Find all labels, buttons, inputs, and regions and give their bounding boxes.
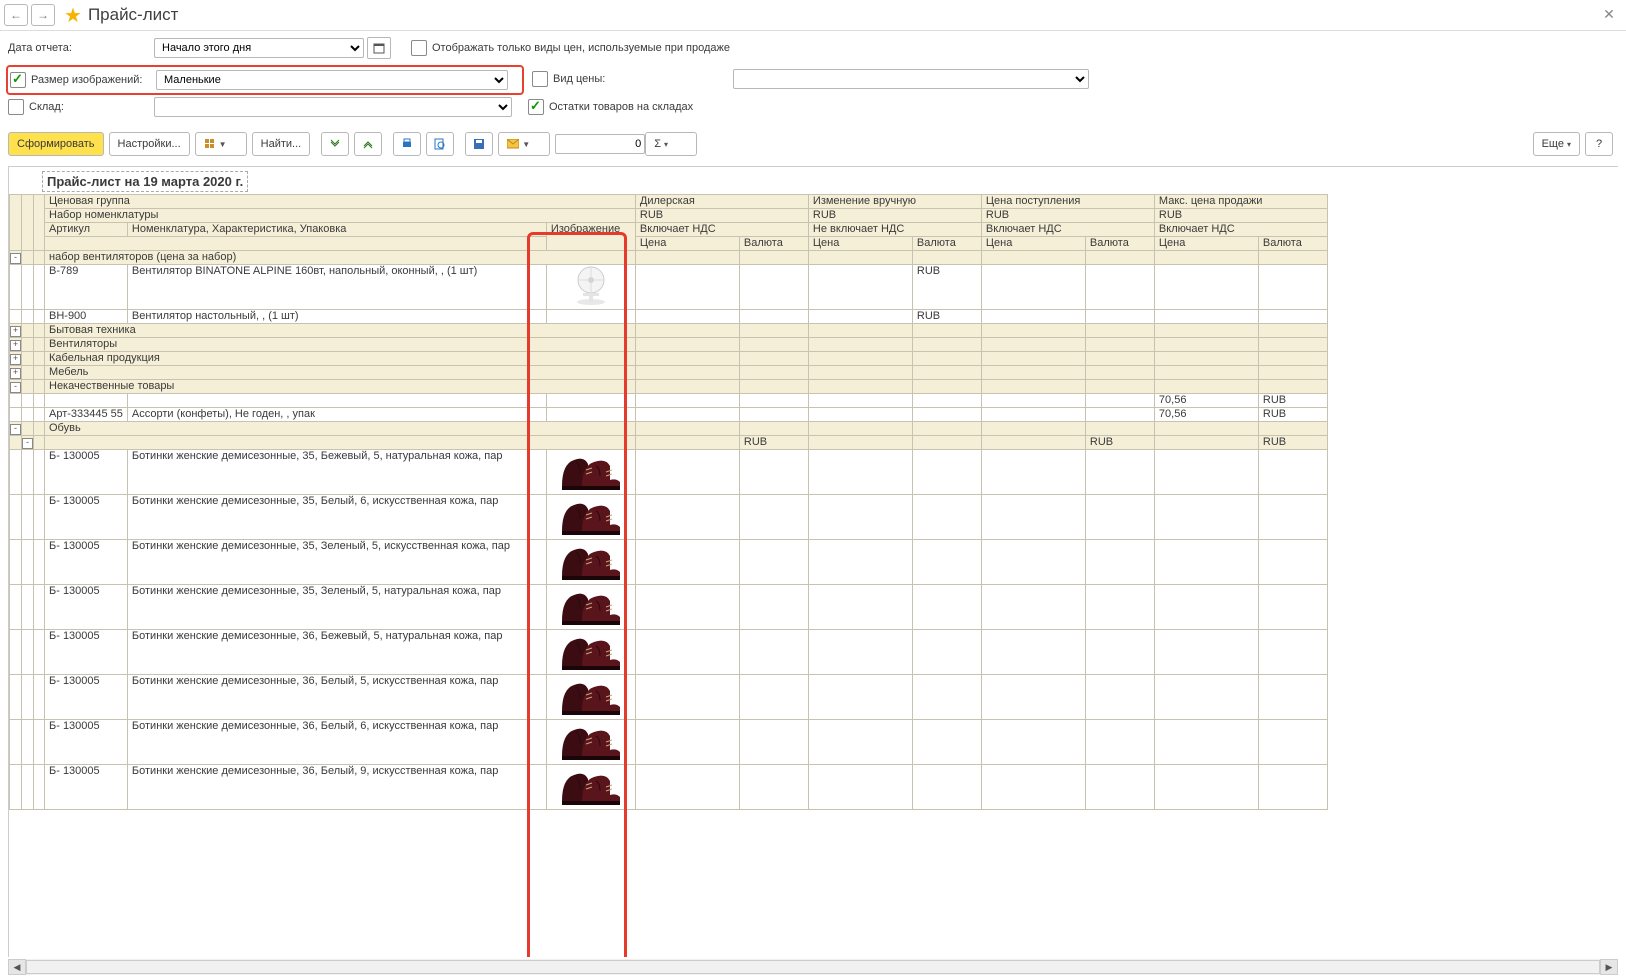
shoe-thumbnail-icon xyxy=(555,765,627,807)
hdr-changed-manual: Изменение вручную xyxy=(808,195,981,209)
fan-thumbnail-icon xyxy=(555,265,627,307)
hdr-artikul: Артикул xyxy=(45,223,128,237)
tree-toggle-icon[interactable]: - xyxy=(10,424,21,435)
hdr-image: Изображение xyxy=(546,223,635,251)
page-title: Прайс-лист xyxy=(88,5,179,25)
horizontal-scrollbar[interactable]: ◀▶ xyxy=(8,959,1618,975)
image-size-label: Размер изображений: xyxy=(31,74,142,86)
vid-ceny-combo[interactable] xyxy=(733,69,1089,89)
find-button[interactable]: Найти... xyxy=(252,132,311,156)
table-row[interactable]: Б- 130005Ботинки женские демисезонные, 3… xyxy=(10,585,1328,630)
table-row[interactable]: -Обувь xyxy=(10,422,1328,436)
table-row[interactable]: Б- 130005Ботинки женские демисезонные, 3… xyxy=(10,675,1328,720)
table-row[interactable]: +Кабельная продукция xyxy=(10,352,1328,366)
vid-ceny-checkbox[interactable] xyxy=(532,71,548,87)
email-button[interactable]: ▼ xyxy=(498,132,550,156)
table-row[interactable]: +Бытовая техника xyxy=(10,324,1328,338)
table-row[interactable]: Б- 130005Ботинки женские демисезонные, 3… xyxy=(10,765,1328,810)
more-button[interactable]: Еще▾ xyxy=(1533,132,1580,156)
hdr-price-group: Ценовая группа xyxy=(45,195,636,209)
print-button[interactable] xyxy=(393,132,421,156)
tree-toggle-icon[interactable]: - xyxy=(10,382,21,393)
table-row[interactable]: В-789Вентилятор BINATONE ALPINE 160вт, н… xyxy=(10,265,1328,310)
table-row[interactable]: Б- 130005Ботинки женские демисезонные, 3… xyxy=(10,540,1328,585)
table-row[interactable]: Арт-333445 55Ассорти (конфеты), Не годен… xyxy=(10,408,1328,422)
tree-toggle-icon[interactable]: + xyxy=(10,326,21,337)
preview-button[interactable] xyxy=(426,132,454,156)
shoe-thumbnail-icon xyxy=(555,675,627,717)
tree-toggle-icon[interactable]: - xyxy=(22,438,33,449)
calendar-icon[interactable] xyxy=(367,37,391,59)
hdr-max-sale: Макс. цена продажи xyxy=(1154,195,1327,209)
report-date-label: Дата отчета: xyxy=(8,42,72,54)
tree-toggle-icon[interactable]: + xyxy=(10,354,21,365)
hdr-nomen-set: Набор номенклатуры xyxy=(45,209,636,223)
table-row[interactable]: -RUBRUBRUB xyxy=(10,436,1328,450)
sum-button[interactable]: Σ▾ xyxy=(645,132,697,156)
table-row[interactable]: +Мебель xyxy=(10,366,1328,380)
variants-button[interactable]: ▼ xyxy=(195,132,247,156)
shoe-thumbnail-icon xyxy=(555,720,627,762)
show-only-sale-prices-checkbox[interactable] xyxy=(411,40,427,56)
report-area[interactable]: Прайс-лист на 19 марта 2020 г. Ценовая г… xyxy=(8,166,1618,957)
table-row[interactable]: -набор вентиляторов (цена за набор) xyxy=(10,251,1328,265)
settings-button[interactable]: Настройки... xyxy=(109,132,190,156)
form-report-button[interactable]: Сформировать xyxy=(8,132,104,156)
table-row[interactable]: ВН-900Вентилятор настольный, , (1 шт)RUB xyxy=(10,310,1328,324)
shoe-thumbnail-icon xyxy=(555,540,627,582)
sklad-combo[interactable] xyxy=(154,97,512,117)
nav-fwd-button[interactable]: → xyxy=(31,4,55,26)
report-date-combo[interactable]: Начало этого дня xyxy=(154,38,364,58)
hdr-dealer: Дилерская xyxy=(635,195,808,209)
table-row[interactable]: -Некачественные товары xyxy=(10,380,1328,394)
expand-all-button[interactable] xyxy=(321,132,349,156)
report-title: Прайс-лист на 19 марта 2020 г. xyxy=(42,171,248,192)
goto-line-input[interactable] xyxy=(555,134,645,154)
nav-back-button[interactable]: ← xyxy=(4,4,28,26)
shoe-thumbnail-icon xyxy=(555,585,627,627)
tree-toggle-icon[interactable]: - xyxy=(10,253,21,264)
ostatki-label: Остатки товаров на складах xyxy=(549,101,693,113)
sklad-checkbox[interactable] xyxy=(8,99,24,115)
table-row[interactable]: Б- 130005Ботинки женские демисезонные, 3… xyxy=(10,450,1328,495)
shoe-thumbnail-icon xyxy=(555,495,627,537)
close-icon[interactable]: ✕ xyxy=(1600,6,1618,23)
table-row[interactable]: +Вентиляторы xyxy=(10,338,1328,352)
table-row[interactable]: Б- 130005Ботинки женские демисезонные, 3… xyxy=(10,495,1328,540)
image-size-checkbox[interactable] xyxy=(10,72,26,88)
hdr-nomen: Номенклатура, Характеристика, Упаковка xyxy=(127,223,546,237)
vid-ceny-label: Вид цены: xyxy=(553,73,613,85)
star-icon: ★ xyxy=(64,3,82,28)
tree-toggle-icon[interactable]: + xyxy=(10,368,21,379)
shoe-thumbnail-icon xyxy=(555,450,627,492)
sklad-label: Склад: xyxy=(29,101,64,113)
table-row[interactable]: 70,56RUB xyxy=(10,394,1328,408)
tree-toggle-icon[interactable]: + xyxy=(10,340,21,351)
collapse-all-button[interactable] xyxy=(354,132,382,156)
table-row[interactable]: Б- 130005Ботинки женские демисезонные, 3… xyxy=(10,720,1328,765)
save-button[interactable] xyxy=(465,132,493,156)
help-button[interactable]: ? xyxy=(1585,132,1613,156)
image-size-combo[interactable]: Маленькие xyxy=(156,70,508,90)
shoe-thumbnail-icon xyxy=(555,630,627,672)
ostatki-checkbox[interactable] xyxy=(528,99,544,115)
table-row[interactable]: Б- 130005Ботинки женские демисезонные, 3… xyxy=(10,630,1328,675)
hdr-cost-price: Цена поступления xyxy=(981,195,1154,209)
show-only-sales-prices-label: Отображать только виды цен, используемые… xyxy=(432,42,730,54)
